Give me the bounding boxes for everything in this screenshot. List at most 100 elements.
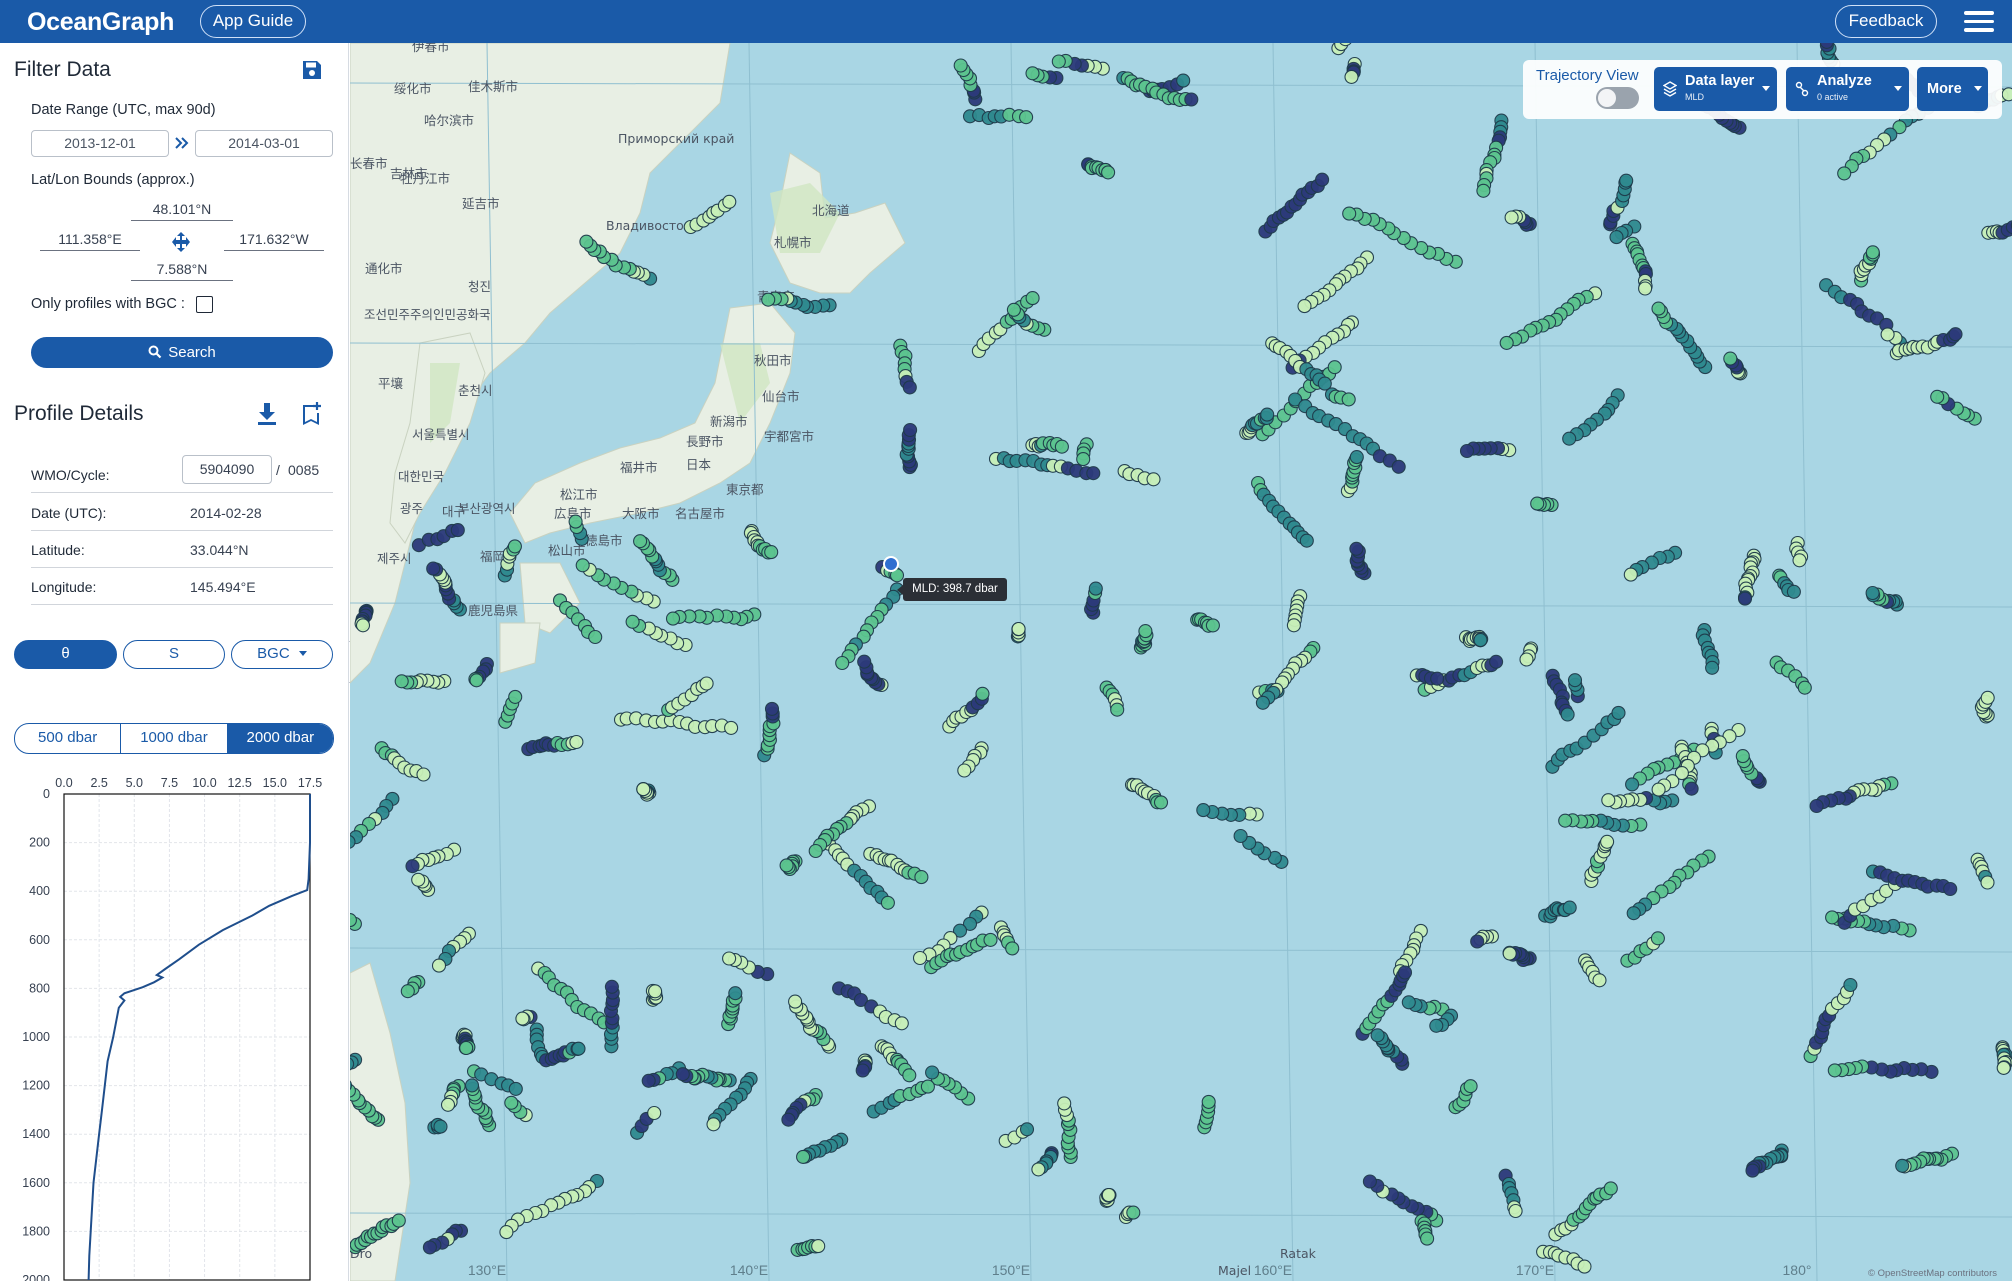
float-marker [648,984,663,999]
float-marker [647,1105,662,1121]
search-label: Search [168,344,216,361]
place-label: Приморский край [618,131,734,146]
longitude-label: 140°E [730,1262,768,1278]
double-chevron-right-icon [175,137,189,149]
wmo-slash: / [276,462,280,478]
float-marker [1735,749,1750,764]
search-icon [148,345,162,359]
analyze-button[interactable]: Analyze 0 active [1786,67,1909,111]
bgc-checkbox[interactable] [196,296,213,313]
float-marker [1786,584,1801,599]
east-bound-input[interactable]: 171.632°W [224,229,324,251]
float-marker [1558,813,1573,828]
float-marker [1792,553,1807,568]
float-marker [411,872,426,887]
more-label: More [1927,81,1962,97]
hamburger-menu-icon[interactable] [1964,11,1994,33]
place-label: 日本 [686,457,712,472]
float-marker [764,545,779,560]
float-marker [1980,875,1995,890]
float-marker [894,1016,909,1031]
data-layer-button[interactable]: Data layer MLD [1654,67,1777,111]
float-marker [1019,1122,1035,1137]
divider [31,567,333,568]
float-marker [1101,1187,1116,1203]
float-marker [1459,443,1475,459]
map-attribution[interactable]: © OpenStreetMap contributors [1868,1268,1997,1279]
caret-down-icon [298,651,307,656]
depth-option-2000[interactable]: 2000 dbar [227,724,333,753]
float-marker [1126,1205,1141,1220]
float-marker [1327,360,1342,375]
app-brand[interactable]: OceanGraph [27,8,174,37]
float-marker [1577,1259,1592,1274]
date-start-input[interactable]: 2013-12-01 [31,130,169,157]
float-marker [1201,1094,1216,1109]
float-marker [1880,327,1895,342]
map-view[interactable]: 130°E 140°E 150°E 160°E 170°E 180° 伊春市 佳木斯市 绥化市哈… [350,43,2012,1281]
float-marker [925,1065,940,1080]
place-label: 광주 [400,501,423,516]
float-marker [394,674,409,689]
float-marker [1051,54,1066,69]
search-button[interactable]: Search [31,337,333,368]
x-tick-label: 5.0 [126,776,143,790]
salinity-toggle[interactable]: S [123,640,225,669]
bookmark-add-icon[interactable] [298,401,324,427]
feedback-button[interactable]: Feedback [1835,5,1937,38]
float-marker [1233,828,1248,844]
y-tick-label: 1000 [22,1030,50,1044]
float-marker [1619,173,1634,188]
x-tick-label: 17.5 [298,776,322,790]
south-bound-input[interactable]: 7.588°N [131,259,233,281]
float-marker [405,859,420,874]
west-bound-input[interactable]: 111.358°E [40,229,140,251]
y-tick-label: 0 [43,787,50,801]
float-marker [1499,335,1514,350]
date-end-input[interactable]: 2014-03-01 [195,130,333,157]
app-guide-button[interactable]: App Guide [200,5,306,38]
selected-profile-marker [883,556,899,572]
float-marker [1611,705,1626,720]
depth-option-500[interactable]: 500 dbar [15,724,122,753]
latitude-value: 33.044°N [190,542,249,558]
bgc-dropdown[interactable]: BGC [231,640,333,669]
place-label: 제주시 [377,551,412,566]
wmo-label: WMO/Cycle: [31,467,110,483]
wmo-input[interactable]: 5904090 [182,455,272,484]
map-canvas[interactable]: 130°E 140°E 150°E 160°E 170°E 180° 伊春市佳木斯市 绥化市哈… [350,43,2012,1281]
more-button[interactable]: More [1917,67,1988,111]
move-arrows-icon[interactable] [170,231,192,253]
float-marker [1737,591,1753,606]
float-marker [1996,1060,2011,1075]
depth-option-1000[interactable]: 1000 dbar [121,724,228,753]
float-marker [1895,1158,1910,1173]
trajectory-view-toggle[interactable] [1596,87,1639,109]
float-marker [450,523,465,538]
save-icon[interactable] [300,58,324,82]
caret-down-icon [1974,86,1982,91]
place-label: 서울특별시 [412,427,470,442]
float-marker [1827,1063,1842,1078]
float-marker [808,843,823,859]
float-marker [1463,1079,1478,1094]
float-marker [1745,1163,1760,1178]
float-marker [1651,782,1666,797]
analyze-sub: 0 active [1817,92,1849,102]
float-marker [1349,450,1364,465]
float-marker [903,422,918,438]
place-label: 松江市 [560,487,598,502]
place-label: 札幌市 [774,235,812,250]
place-label: 新潟市 [710,414,748,429]
north-bound-input[interactable]: 48.101°N [131,199,233,221]
theta-toggle[interactable]: θ [14,640,117,669]
place-label: 平壤 [378,376,404,391]
float-marker [953,58,968,73]
float-marker [975,686,990,701]
float-marker [440,1097,456,1112]
float-marker [706,1117,721,1132]
place-label: 佳木斯市 [468,79,518,94]
place-label: 長野市 [686,434,724,449]
download-icon[interactable] [255,401,279,427]
float-marker [1429,1018,1444,1033]
